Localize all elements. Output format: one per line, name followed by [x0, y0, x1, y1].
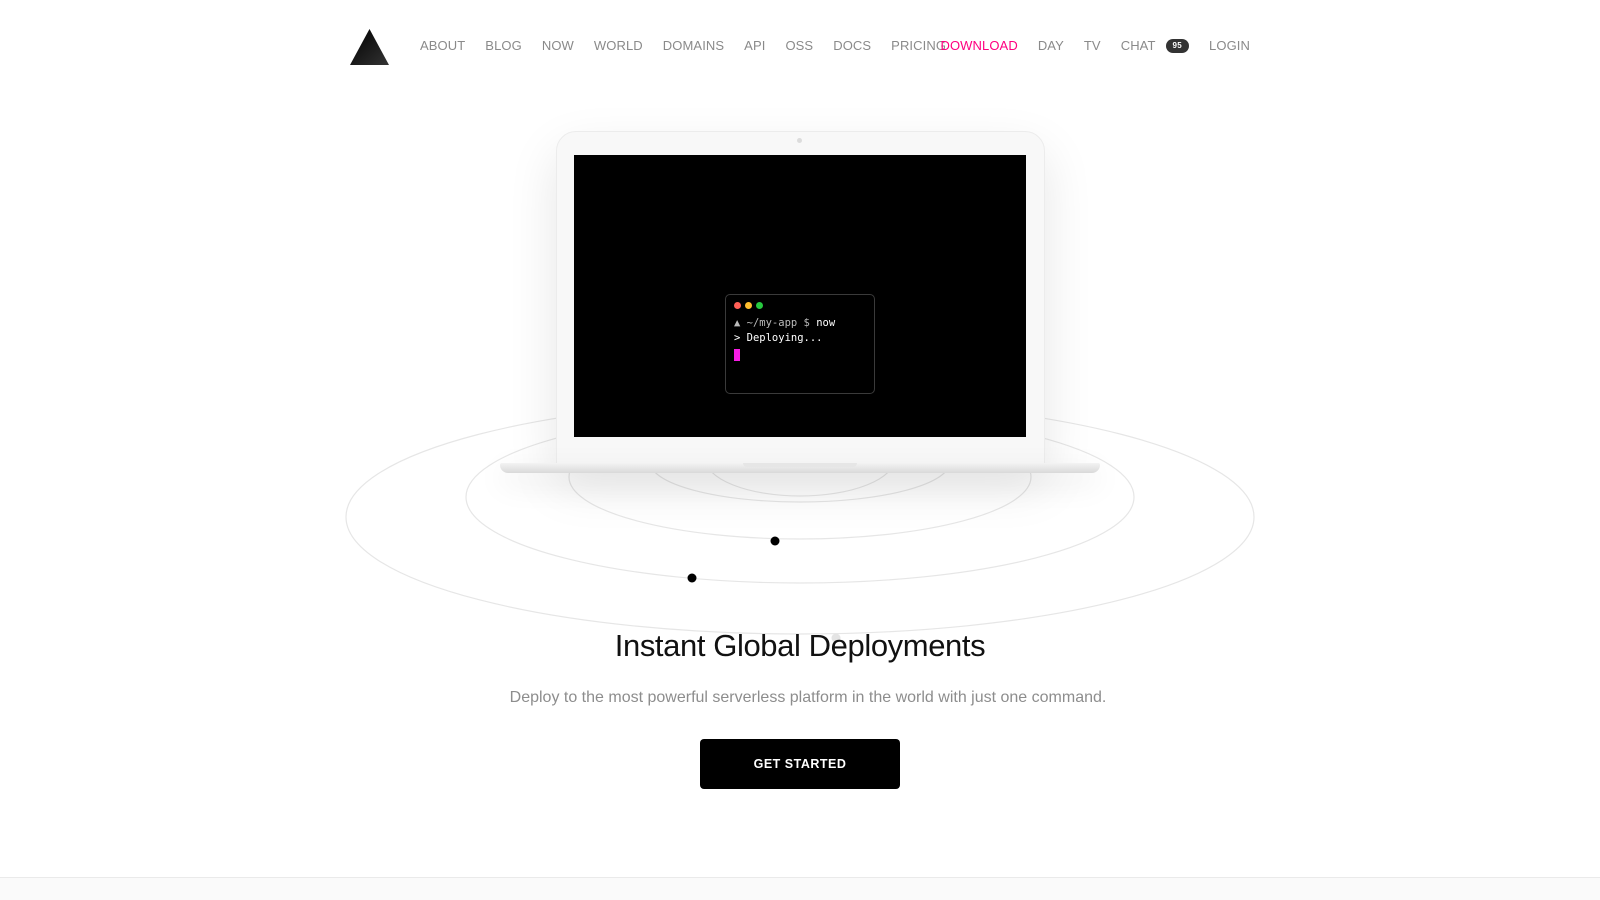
window-controls [734, 302, 866, 309]
terminal-cursor [734, 349, 740, 361]
orbit-dot-inner [770, 536, 780, 546]
laptop-camera [797, 138, 802, 143]
terminal-window: ▲ ~/my-app $ now > Deploying... [725, 294, 875, 394]
terminal-command: now [816, 317, 836, 329]
maximize-dot-icon [756, 302, 763, 309]
terminal-output-line: > Deploying... [734, 332, 823, 344]
orbit-dot-middle [687, 573, 697, 583]
page: ABOUT BLOG NOW WORLD DOMAINS API OSS DOC… [0, 0, 1600, 900]
minimize-dot-icon [745, 302, 752, 309]
get-started-button[interactable]: GET STARTED [700, 739, 900, 789]
close-dot-icon [734, 302, 741, 309]
laptop-notch [743, 463, 857, 467]
terminal-command-line: ▲ ~/my-app $ now [734, 316, 866, 331]
terminal-prompt: ▲ ~/my-app $ [734, 317, 810, 329]
hero-title: Instant Global Deployments [614, 628, 986, 663]
footer-band [0, 877, 1600, 900]
hero-subtitle: Deploy to the most powerful serverless p… [509, 689, 1107, 706]
